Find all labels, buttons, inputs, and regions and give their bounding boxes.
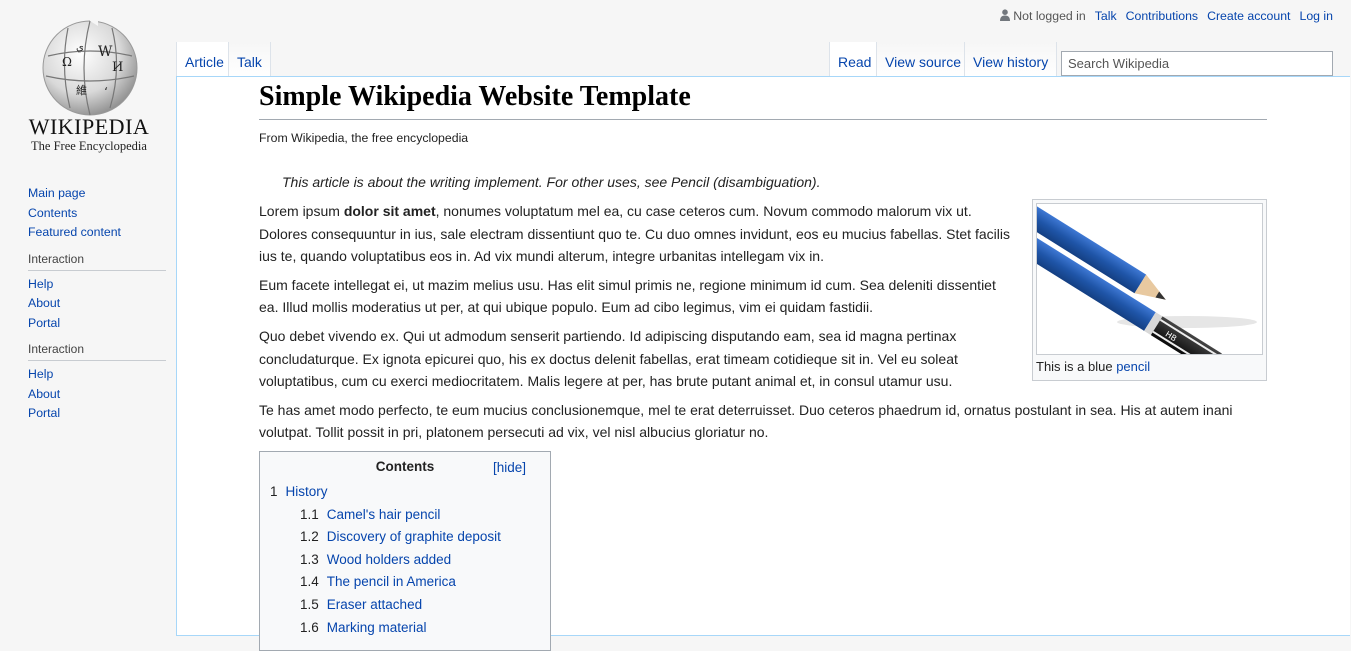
toc-list: 1 History 1.1 Camel's hair pencil 1.2 Disco…	[270, 481, 540, 639]
portal-heading: Interaction	[28, 251, 166, 271]
content-area: Simple Wikipedia Website Template From W…	[176, 76, 1350, 651]
caption-text: This is a blue	[1036, 359, 1117, 374]
create-account-link[interactable]: Create account	[1207, 9, 1290, 23]
tab-read[interactable]: Read	[829, 42, 880, 77]
toc-link[interactable]: Marking material	[327, 620, 427, 635]
paragraph-text: Lorem ipsum	[259, 203, 344, 219]
contributions-link[interactable]: Contributions	[1126, 9, 1198, 23]
sidebar-item-portal[interactable]: Portal	[28, 406, 60, 420]
svg-text:維: 維	[76, 84, 87, 97]
sidebar-item-contents[interactable]: Contents	[28, 206, 77, 220]
toc-item[interactable]: 1.4 The pencil in America	[270, 571, 540, 594]
tab-view-source[interactable]: View source	[876, 42, 970, 77]
site-logo[interactable]: W Ω И ي 維 ʻ WIKIPEDIA The Free Encyclope…	[14, 14, 164, 159]
paragraph: Quo debet vivendo ex. Qui ut admodum sen…	[259, 327, 958, 390]
portal-heading: Interaction	[28, 341, 166, 361]
log-in-link[interactable]: Log in	[1299, 9, 1333, 23]
bold-text: dolor sit amet	[343, 203, 436, 219]
thumbnail-caption: This is a blue pencil	[1036, 355, 1263, 374]
tab-view-history[interactable]: View history	[964, 42, 1058, 77]
toc-number: 1.2	[300, 529, 319, 545]
toc-link[interactable]: History	[286, 484, 328, 499]
toc-link[interactable]: Wood holders added	[327, 552, 451, 567]
toc-number: 1.4	[300, 574, 319, 590]
svg-text:И: И	[112, 60, 123, 75]
paragraph: Te has amet modo perfecto, te eum mucius…	[259, 401, 1233, 441]
paragraph: Eum facete intellegat ei, ut mazim meliu…	[259, 276, 996, 316]
toc-number: 1.6	[300, 619, 319, 635]
sidebar-item-main-page[interactable]: Main page	[28, 186, 85, 200]
toc-hide-toggle[interactable]: [hide]	[493, 460, 526, 475]
page-title: Simple Wikipedia Website Template	[259, 81, 1267, 120]
not-logged-in-label: Not logged in	[1013, 9, 1086, 23]
sidebar: Main page Contents Featured content Inte…	[28, 184, 166, 424]
toc-link[interactable]: The pencil in America	[327, 574, 456, 589]
pencil-illustration: HB	[1037, 204, 1257, 354]
talk-link[interactable]: Talk	[1095, 9, 1117, 23]
toc-item[interactable]: 1.5 Eraser attached	[270, 594, 540, 617]
toc-item[interactable]: 1.3 Wood holders added	[270, 549, 540, 572]
sidebar-item-help[interactable]: Help	[28, 367, 53, 381]
tab-talk[interactable]: Talk	[228, 42, 271, 77]
sidebar-item-about[interactable]: About	[28, 387, 60, 401]
toc-number: 1.1	[300, 506, 319, 522]
personal-tools: Not logged in Talk Contributions Create …	[1000, 9, 1333, 23]
tab-article[interactable]: Article	[176, 42, 232, 77]
site-subtitle: From Wikipedia, the free encyclopedia	[259, 131, 469, 145]
sidebar-portal-nav: Help About Portal	[28, 275, 166, 334]
toc-number: 1	[270, 484, 278, 499]
toc-item[interactable]: 1 History	[270, 481, 540, 504]
user-icon	[1000, 9, 1011, 21]
toc-item[interactable]: 1.6 Marking material	[270, 617, 540, 640]
sidebar-item-portal[interactable]: Portal	[28, 316, 60, 330]
svg-text:ي: ي	[76, 42, 84, 53]
wordmark: WIKIPEDIA	[28, 114, 150, 139]
toc-number: 1.3	[300, 551, 319, 567]
toc-item[interactable]: 1.2 Discovery of graphite deposit	[270, 526, 540, 549]
toc-link[interactable]: Camel's hair pencil	[327, 507, 441, 522]
blue-pencil-image[interactable]: HB	[1036, 203, 1263, 355]
hatnote: This article is about the writing implem…	[282, 174, 821, 190]
search-input[interactable]	[1061, 51, 1333, 76]
wikipedia-globe-icon: W Ω И ي 維 ʻ	[42, 16, 138, 116]
toc-link[interactable]: Eraser attached	[327, 597, 422, 612]
thumbnail: HB This is a blue pencil	[1032, 199, 1267, 381]
sidebar-item-featured-content[interactable]: Featured content	[28, 225, 121, 239]
not-logged-in-status: Not logged in	[1000, 9, 1086, 23]
sidebar-main-nav: Main page Contents Featured content	[28, 184, 166, 243]
pencil-link[interactable]: pencil	[1116, 359, 1150, 374]
svg-text:ʻ: ʻ	[104, 85, 108, 99]
svg-text:Ω: Ω	[62, 55, 72, 69]
table-of-contents: Contents [hide] 1 History 1.1 Camel's hair…	[259, 451, 551, 651]
svg-text:W: W	[98, 44, 113, 60]
tagline: The Free Encyclopedia	[31, 139, 147, 153]
sidebar-item-about[interactable]: About	[28, 296, 60, 310]
toc-item[interactable]: 1.1 Camel's hair pencil	[270, 504, 540, 527]
toc-number: 1.5	[300, 596, 319, 612]
sidebar-portal-nav: Help About Portal	[28, 365, 166, 424]
toc-link[interactable]: Discovery of graphite deposit	[327, 529, 501, 544]
paragraph: Lorem ipsum dolor sit amet, nonumes volu…	[259, 200, 1015, 268]
sidebar-item-help[interactable]: Help	[28, 277, 53, 291]
